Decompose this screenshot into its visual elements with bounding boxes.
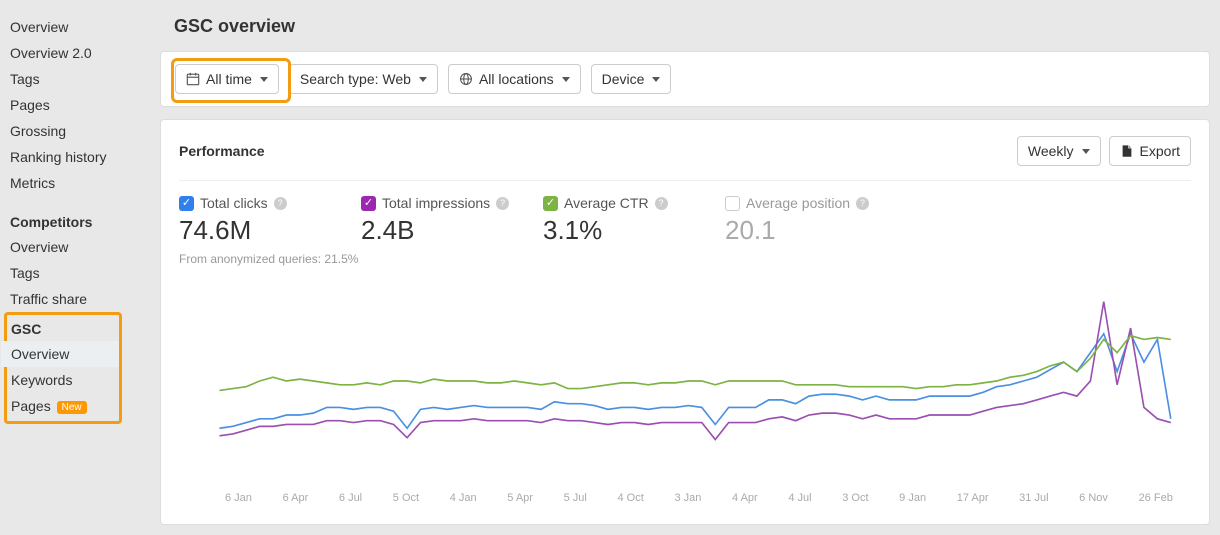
chevron-down-icon [562, 77, 570, 82]
x-tick-label: 3 Oct [842, 492, 868, 504]
sidebar-item-gsc-pages[interactable]: Pages New [11, 393, 119, 419]
performance-chart[interactable]: 6 Jan 6 Apr 6 Jul 5 Oct 4 Jan 5 Apr 5 Jul 4 Oct… [179, 276, 1191, 516]
chevron-down-icon [652, 77, 660, 82]
x-tick-label: 5 Apr [507, 492, 533, 504]
sidebar-item-comp-traffic-share[interactable]: Traffic share [10, 286, 150, 312]
sidebar-item-grossing[interactable]: Grossing [10, 118, 150, 144]
sidebar-section-gsc: GSC [11, 317, 119, 341]
new-badge: New [57, 401, 87, 414]
sidebar-item-gsc-keywords[interactable]: Keywords [11, 367, 119, 393]
metric-position-value: 20.1 [725, 215, 907, 246]
metric-ctr[interactable]: ✓ Average CTR ? 3.1% [543, 195, 725, 246]
sidebar-item-overview-2[interactable]: Overview 2.0 [10, 40, 150, 66]
main: GSC overview All time Search type: Web A… [150, 0, 1220, 535]
metric-impressions-value: 2.4B [361, 215, 543, 246]
filter-locations[interactable]: All locations [448, 64, 581, 94]
panel-title: Performance [179, 143, 265, 159]
sidebar-item-comp-overview[interactable]: Overview [10, 234, 150, 260]
info-icon[interactable]: ? [274, 197, 287, 210]
sidebar-gsc-highlight: GSC Overview Keywords Pages New [4, 312, 122, 424]
file-icon [1120, 144, 1134, 158]
granularity-select[interactable]: Weekly [1017, 136, 1101, 166]
chart-series-line [219, 336, 1170, 391]
x-tick-label: 4 Jul [788, 492, 811, 504]
x-tick-label: 4 Oct [618, 492, 644, 504]
x-tick-label: 5 Oct [393, 492, 419, 504]
x-tick-label: 4 Jan [450, 492, 477, 504]
x-tick-label: 5 Jul [564, 492, 587, 504]
sidebar-item-tags[interactable]: Tags [10, 66, 150, 92]
sidebar-item-ranking-history[interactable]: Ranking history [10, 144, 150, 170]
metric-ctr-value: 3.1% [543, 215, 725, 246]
metrics-row: ✓ Total clicks ? 74.6M ✓ Total impressio… [179, 195, 1191, 246]
checkbox-clicks[interactable]: ✓ [179, 196, 194, 211]
calendar-icon [186, 72, 200, 86]
x-tick-label: 26 Feb [1139, 492, 1173, 504]
performance-panel: Performance Weekly Export ✓ Total clicks… [160, 119, 1210, 525]
x-tick-label: 6 Jan [225, 492, 252, 504]
sidebar-item-comp-tags[interactable]: Tags [10, 260, 150, 286]
checkbox-position[interactable] [725, 196, 740, 211]
info-icon[interactable]: ? [496, 197, 509, 210]
sidebar-section-competitors: Competitors [10, 196, 150, 234]
chart-series-line [219, 302, 1170, 440]
filter-time[interactable]: All time [175, 64, 279, 94]
filters-bar: All time Search type: Web All locations … [160, 51, 1210, 107]
x-tick-label: 6 Jul [339, 492, 362, 504]
x-tick-label: 31 Jul [1019, 492, 1048, 504]
checkbox-ctr[interactable]: ✓ [543, 196, 558, 211]
sidebar-item-gsc-overview[interactable]: Overview [1, 341, 119, 367]
sidebar-item-overview[interactable]: Overview [10, 14, 150, 40]
x-tick-label: 17 Apr [957, 492, 989, 504]
x-tick-label: 3 Jan [674, 492, 701, 504]
export-button[interactable]: Export [1109, 136, 1191, 166]
info-icon[interactable]: ? [856, 197, 869, 210]
chevron-down-icon [419, 77, 427, 82]
metric-position[interactable]: Average position ? 20.1 [725, 195, 907, 246]
filter-search-type[interactable]: Search type: Web [289, 64, 438, 94]
anonymized-note: From anonymized queries: 21.5% [179, 252, 1191, 266]
checkbox-impressions[interactable]: ✓ [361, 196, 376, 211]
metric-clicks[interactable]: ✓ Total clicks ? 74.6M [179, 195, 361, 246]
chevron-down-icon [1082, 149, 1090, 154]
x-tick-label: 9 Jan [899, 492, 926, 504]
metric-clicks-value: 74.6M [179, 215, 361, 246]
sidebar-item-pages[interactable]: Pages [10, 92, 150, 118]
x-tick-label: 4 Apr [732, 492, 758, 504]
sidebar: Overview Overview 2.0 Tags Pages Grossin… [0, 0, 150, 535]
x-tick-label: 6 Nov [1079, 492, 1108, 504]
x-tick-label: 6 Apr [283, 492, 309, 504]
chart-x-axis: 6 Jan 6 Apr 6 Jul 5 Oct 4 Jan 5 Apr 5 Jul 4 Oct… [179, 486, 1191, 504]
chevron-down-icon [260, 77, 268, 82]
filter-device[interactable]: Device [591, 64, 672, 94]
page-title: GSC overview [174, 16, 1210, 37]
globe-icon [459, 72, 473, 86]
metric-impressions[interactable]: ✓ Total impressions ? 2.4B [361, 195, 543, 246]
sidebar-item-metrics[interactable]: Metrics [10, 170, 150, 196]
info-icon[interactable]: ? [655, 197, 668, 210]
